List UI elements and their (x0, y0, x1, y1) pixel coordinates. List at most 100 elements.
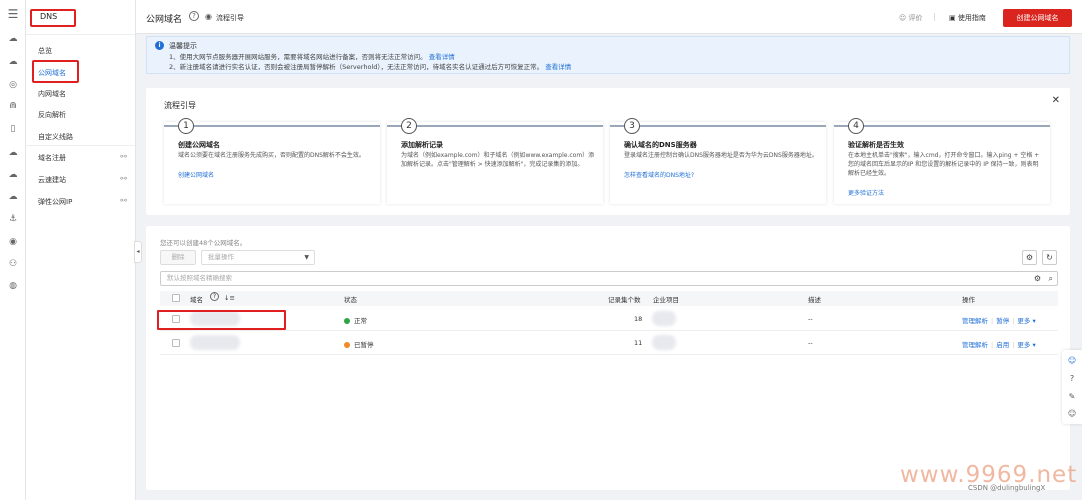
create-public-zone-button[interactable]: 创建公网域名 (1003, 9, 1072, 27)
notice-line-1-link[interactable]: 查看详情 (429, 53, 455, 61)
storage-icon[interactable]: ☁ (7, 191, 19, 203)
header-separator: | (933, 12, 936, 21)
step-description: 登录域名注册控制台确认DNS服务器地址是否为华为云DNS服务器地址。 (624, 152, 818, 159)
step-link-create-zone[interactable]: 创建公网域名 (178, 170, 214, 179)
select-all-checkbox[interactable] (172, 294, 180, 302)
sidebar-divider (26, 145, 135, 146)
anchor-icon[interactable]: ⚓ (7, 213, 19, 225)
sidebar-item-public-zone[interactable]: 公网域名 (38, 68, 66, 78)
column-domain: 域名 (190, 296, 203, 304)
chevron-down-icon: ▼ (304, 254, 309, 261)
step-title: 验证解析是否生效 (848, 141, 904, 149)
table-row: 正常 18 -- 管理解析 | 暂停 | 更多 ▾ (160, 307, 1058, 331)
notice-line-2-link[interactable]: 查看详情 (545, 63, 571, 71)
step-link-check-dns[interactable]: 怎样查看域名的DNS地址? (624, 170, 694, 179)
sidebar-item-private-zone[interactable]: 内网域名 (38, 89, 66, 99)
step-title: 确认域名的DNS服务器 (624, 141, 697, 149)
external-link-icon: ⚯ (120, 152, 127, 161)
flow-step-3: 3 确认域名的DNS服务器 登录域名注册控制台确认DNS服务器地址是否为华为云D… (610, 118, 826, 204)
more-dropdown[interactable]: 更多 ▾ (1017, 317, 1035, 325)
domain-highlight-box (157, 310, 286, 330)
eye-icon[interactable]: ◉ (205, 12, 212, 21)
sidebar-item-custom-line[interactable]: 自定义线路 (38, 132, 73, 142)
manage-records-link[interactable]: 管理解析 (962, 341, 988, 349)
domain-name-redacted[interactable] (190, 335, 240, 350)
step-description: 为域名（例如example.com）和子域名（例如www.example.com… (401, 152, 595, 168)
users-icon[interactable]: ⚇ (7, 258, 19, 270)
sidebar-divider (26, 34, 135, 35)
settings-circle-icon[interactable]: ◉ (7, 236, 19, 248)
more-label: 更多 (1017, 341, 1031, 349)
more-label: 更多 (1017, 317, 1031, 325)
sidebar-item-overview[interactable]: 总览 (38, 46, 52, 56)
step-link-more-verify[interactable]: 更多验证方法 (848, 188, 884, 197)
row-checkbox[interactable] (172, 339, 180, 347)
record-count: 11 (634, 339, 643, 347)
row-operations: 管理解析 | 暂停 | 更多 ▾ (962, 317, 1036, 325)
enable-link[interactable]: 启用 (996, 341, 1009, 349)
rate-link[interactable]: ☺ 评价 (899, 13, 923, 23)
smiley-icon[interactable]: ☺ (1066, 408, 1078, 420)
cloud-server-icon[interactable]: ☁ (7, 56, 19, 68)
more-dropdown[interactable]: 更多 ▾ (1017, 341, 1035, 349)
sidebar-item-domain-registration[interactable]: 域名注册 (38, 153, 66, 163)
flow-guide-title: 流程引导 (164, 101, 196, 110)
flow-guide-link[interactable]: 流程引导 (216, 13, 244, 23)
credit-text: CSDN @dulingbulingX (968, 484, 1046, 492)
user-guide-link[interactable]: ▣ 使用指南 (949, 13, 986, 23)
cloud-network-icon[interactable]: ☁ (7, 147, 19, 159)
help-icon[interactable]: ? (210, 292, 219, 301)
column-operation: 操作 (962, 296, 975, 304)
assistant-icon[interactable]: ☺ (1066, 355, 1078, 367)
table-header: 域名 ? ↓≡ 状态 记录集个数 企业项目 描述 操作 (160, 291, 1058, 306)
sidebar-collapse-handle[interactable]: ◂ (134, 241, 142, 263)
status-ok-icon (344, 318, 350, 324)
batch-operation-select[interactable]: 批量操作 ▼ (201, 250, 315, 265)
step-number: 1 (178, 118, 194, 134)
refresh-icon[interactable]: ↻ (1042, 250, 1057, 265)
description-cell: -- (808, 315, 813, 323)
cloud-icon[interactable]: ☁ (7, 33, 19, 45)
search-icon[interactable]: ⌕ (1049, 272, 1053, 285)
status-cell: 正常 (344, 315, 367, 325)
step-description: 域名公须要在域名注册服务先成购买，否则配置的DNS解析不会生效。 (178, 152, 365, 159)
status-text: 已暂停 (354, 341, 374, 349)
column-status: 状态 (344, 296, 357, 304)
database-icon[interactable]: ◎ (7, 79, 19, 91)
quota-text: 您还可以创建48个公网域名。 (160, 239, 247, 247)
notice-line-2: 2、新注册域名请进行实名认证，否则会被注册局暂停解析（Serverhold），无… (169, 61, 571, 71)
delete-button[interactable]: 删除 (160, 250, 196, 265)
chevron-down-icon: ▾ (1032, 341, 1036, 349)
record-count: 18 (634, 315, 643, 323)
notice-line-1: 1、使用大网节点服务器开展网站服务，需要将域名网站进行备案，否则将无法正常访问。… (169, 51, 455, 61)
settings-icon[interactable]: ⚙ (1022, 250, 1037, 265)
search-input[interactable]: 默认按照域名精确搜索 ⚙ ⌕ (160, 271, 1058, 286)
status-paused-icon (344, 342, 350, 348)
service-title: DNS (40, 12, 58, 21)
step-title: 添加解析记录 (401, 141, 443, 149)
column-record-count: 记录集个数 (608, 296, 641, 304)
sidebar-item-site-builder[interactable]: 云速建站 (38, 175, 66, 185)
menu-icon[interactable]: ☰ (7, 8, 19, 20)
info-icon: i (155, 41, 164, 50)
document-icon[interactable]: ▯ (7, 123, 19, 135)
cloud-security-icon[interactable]: ☁ (7, 169, 19, 181)
tips-notice: i 温馨提示 1、使用大网节点服务器开展网站服务，需要将域名网站进行备案，否则将… (146, 36, 1070, 74)
monitor-icon[interactable]: ⋒ (7, 100, 19, 112)
step-bar (387, 125, 603, 127)
global-icon-bar: ☰ ☁ ☁ ◎ ⋒ ▯ ☁ ☁ ☁ ⚓ ◉ ⚇ ◍ (0, 0, 26, 500)
sort-icon[interactable]: ↓≡ (224, 294, 235, 302)
help-icon[interactable]: ? (189, 11, 199, 21)
manage-records-link[interactable]: 管理解析 (962, 317, 988, 325)
sidebar-item-reverse-resolution[interactable]: 反向解析 (38, 110, 66, 120)
search-placeholder: 默认按照域名精确搜索 (167, 274, 232, 282)
column-enterprise-project: 企业项目 (653, 296, 679, 304)
sidebar-item-eip[interactable]: 弹性公网IP (38, 197, 72, 207)
close-icon[interactable]: ✕ (1052, 95, 1060, 106)
search-settings-icon[interactable]: ⚙ (1034, 272, 1041, 285)
pause-link[interactable]: 暂停 (996, 317, 1009, 325)
floating-toolbar: ☺ ? ✎ ☺ (1062, 350, 1082, 424)
feedback-icon[interactable]: ✎ (1066, 391, 1078, 403)
help-icon[interactable]: ? (1066, 373, 1078, 385)
globe-icon[interactable]: ◍ (7, 280, 19, 292)
